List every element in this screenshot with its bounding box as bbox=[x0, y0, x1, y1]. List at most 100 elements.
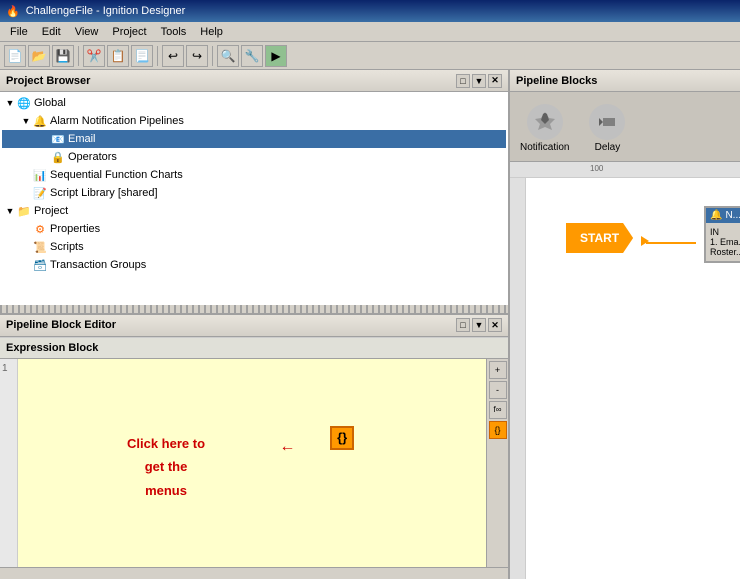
email-icon: 📧 bbox=[50, 131, 66, 147]
instruction-line3: menus bbox=[145, 483, 187, 498]
scripts-label: Scripts bbox=[50, 241, 84, 253]
project-label: Project bbox=[34, 205, 68, 217]
pbe-controls: □ ▼ ✕ bbox=[456, 318, 502, 332]
side-btn-plus[interactable]: + bbox=[489, 361, 507, 379]
toggle-project[interactable]: ▼ bbox=[4, 205, 16, 217]
alarm-icon: 🔔 bbox=[32, 113, 48, 129]
line-numbers: 1 bbox=[0, 359, 18, 567]
tree-project[interactable]: ▼ 📁 Project bbox=[2, 202, 506, 220]
delay-svg bbox=[595, 110, 619, 134]
palette-notification[interactable]: Notification bbox=[520, 104, 569, 153]
menu-bar: File Edit View Project Tools Help bbox=[0, 22, 740, 42]
tree-email[interactable]: 📧 Email bbox=[2, 130, 506, 148]
expression-block-label: Expression Block bbox=[6, 342, 98, 354]
email-label: Email bbox=[68, 133, 96, 145]
toolbar-run[interactable]: ▶ bbox=[265, 45, 287, 67]
menu-project[interactable]: Project bbox=[106, 25, 152, 39]
toolbar-sep3 bbox=[212, 46, 213, 66]
notif-block-header: 🔔 N... bbox=[706, 208, 740, 223]
global-icon: 🌐 bbox=[16, 95, 32, 111]
toggle-email bbox=[38, 133, 50, 145]
notif-in-label: IN bbox=[710, 227, 740, 237]
toolbar-save[interactable]: 💾 bbox=[52, 45, 74, 67]
editor-side-toolbar: + - f∞ {} bbox=[486, 359, 508, 567]
menu-help[interactable]: Help bbox=[194, 25, 229, 39]
notif-item1: 1. Ema... bbox=[710, 237, 740, 247]
pipeline-blocks-header: Pipeline Blocks bbox=[510, 70, 740, 92]
pipeline-palette: Notification Delay bbox=[510, 92, 740, 162]
toggle-global[interactable]: ▼ bbox=[4, 97, 16, 109]
palette-delay[interactable]: Delay bbox=[589, 104, 625, 153]
tree-resize-handle[interactable] bbox=[0, 305, 508, 313]
instruction-line2: get the bbox=[145, 459, 188, 474]
curly-brace-button[interactable]: {} bbox=[330, 426, 354, 450]
tree-properties[interactable]: ⚙ Properties bbox=[2, 220, 506, 238]
line-1: 1 bbox=[2, 363, 8, 374]
pipeline-blocks-title: Pipeline Blocks bbox=[516, 75, 597, 87]
toolbar-search[interactable]: 🔍 bbox=[217, 45, 239, 67]
toggle-scripts bbox=[20, 241, 32, 253]
toolbar-new[interactable]: 📄 bbox=[4, 45, 26, 67]
project-browser-header: Project Browser □ ▼ ✕ bbox=[0, 70, 508, 92]
title-bar: 🔥 ChallengeFile - Ignition Designer bbox=[0, 0, 740, 22]
pbe-close-btn[interactable]: ✕ bbox=[488, 318, 502, 332]
pbe-scrollbar[interactable] bbox=[0, 567, 508, 579]
pipeline-canvas[interactable]: 100 START 🔔 N... bbox=[510, 162, 740, 579]
toolbar-copy[interactable]: 📋 bbox=[107, 45, 129, 67]
notif-header-label: N... bbox=[725, 210, 740, 221]
toolbar-open[interactable]: 📂 bbox=[28, 45, 50, 67]
tx-icon: 🗃 bbox=[32, 257, 48, 273]
panel-header-controls: □ ▼ ✕ bbox=[456, 74, 502, 88]
expression-block-header: Expression Block bbox=[0, 337, 508, 359]
side-btn-minus[interactable]: - bbox=[489, 381, 507, 399]
pbe-restore-btn[interactable]: □ bbox=[456, 318, 470, 332]
connector-arrow bbox=[641, 236, 649, 246]
panel-restore-btn[interactable]: □ bbox=[456, 74, 470, 88]
pipeline-block-editor: Pipeline Block Editor □ ▼ ✕ Expression B… bbox=[0, 313, 508, 579]
tree-transaction-groups[interactable]: 🗃 Transaction Groups bbox=[2, 256, 506, 274]
right-panel: Pipeline Blocks Notification bbox=[510, 70, 740, 579]
panel-close-btn[interactable]: ✕ bbox=[488, 74, 502, 88]
pbe-dock-btn[interactable]: ▼ bbox=[472, 318, 486, 332]
expression-block-area: 1 Click here to get the menus ← {} + - f… bbox=[0, 359, 508, 567]
tree-scripts[interactable]: 📜 Scripts bbox=[2, 238, 506, 256]
tree-operators[interactable]: 🔒 Operators bbox=[2, 148, 506, 166]
script-library-label: Script Library [shared] bbox=[50, 187, 158, 199]
notification-svg bbox=[533, 110, 557, 134]
notification-palette-label: Notification bbox=[520, 142, 569, 153]
left-panel: Project Browser □ ▼ ✕ ▼ 🌐 Global ▼ 🔔 bbox=[0, 70, 510, 579]
delay-palette-icon bbox=[589, 104, 625, 140]
notification-block[interactable]: 🔔 N... IN 1. Ema... Roster... bbox=[704, 206, 740, 263]
side-btn-f[interactable]: f∞ bbox=[489, 401, 507, 419]
toolbar-cut[interactable]: ✂️ bbox=[83, 45, 105, 67]
instruction-line1: Click here to bbox=[127, 436, 205, 451]
menu-tools[interactable]: Tools bbox=[155, 25, 193, 39]
tree-alarm-pipelines[interactable]: ▼ 🔔 Alarm Notification Pipelines bbox=[2, 112, 506, 130]
toggle-script-library bbox=[20, 187, 32, 199]
start-block: START bbox=[566, 223, 633, 253]
menu-view[interactable]: View bbox=[69, 25, 105, 39]
script-library-icon: 📝 bbox=[32, 185, 48, 201]
project-browser-title: Project Browser bbox=[6, 75, 90, 87]
start-block-label: START bbox=[580, 231, 619, 245]
ruler-horizontal: 100 bbox=[510, 162, 740, 178]
toolbar-undo[interactable]: ↩ bbox=[162, 45, 184, 67]
alarm-label: Alarm Notification Pipelines bbox=[50, 115, 184, 127]
panel-dock-btn[interactable]: ▼ bbox=[472, 74, 486, 88]
tree-script-library[interactable]: 📝 Script Library [shared] bbox=[2, 184, 506, 202]
tree-container: ▼ 🌐 Global ▼ 🔔 Alarm Notification Pipeli… bbox=[0, 92, 508, 305]
arrow-annotation: ← bbox=[279, 438, 295, 456]
toggle-alarm[interactable]: ▼ bbox=[20, 115, 32, 127]
side-btn-curly[interactable]: {} bbox=[489, 421, 507, 439]
menu-edit[interactable]: Edit bbox=[36, 25, 67, 39]
toolbar-redo[interactable]: ↪ bbox=[186, 45, 208, 67]
tree-sfc[interactable]: 📊 Sequential Function Charts bbox=[2, 166, 506, 184]
title-bar-text: ChallengeFile - Ignition Designer bbox=[26, 5, 186, 17]
pbe-title: Pipeline Block Editor bbox=[6, 319, 116, 331]
toolbar-settings[interactable]: 🔧 bbox=[241, 45, 263, 67]
toggle-sfc bbox=[20, 169, 32, 181]
toolbar-paste[interactable]: 📃 bbox=[131, 45, 153, 67]
menu-file[interactable]: File bbox=[4, 25, 34, 39]
toggle-operators bbox=[38, 151, 50, 163]
tree-global[interactable]: ▼ 🌐 Global bbox=[2, 94, 506, 112]
